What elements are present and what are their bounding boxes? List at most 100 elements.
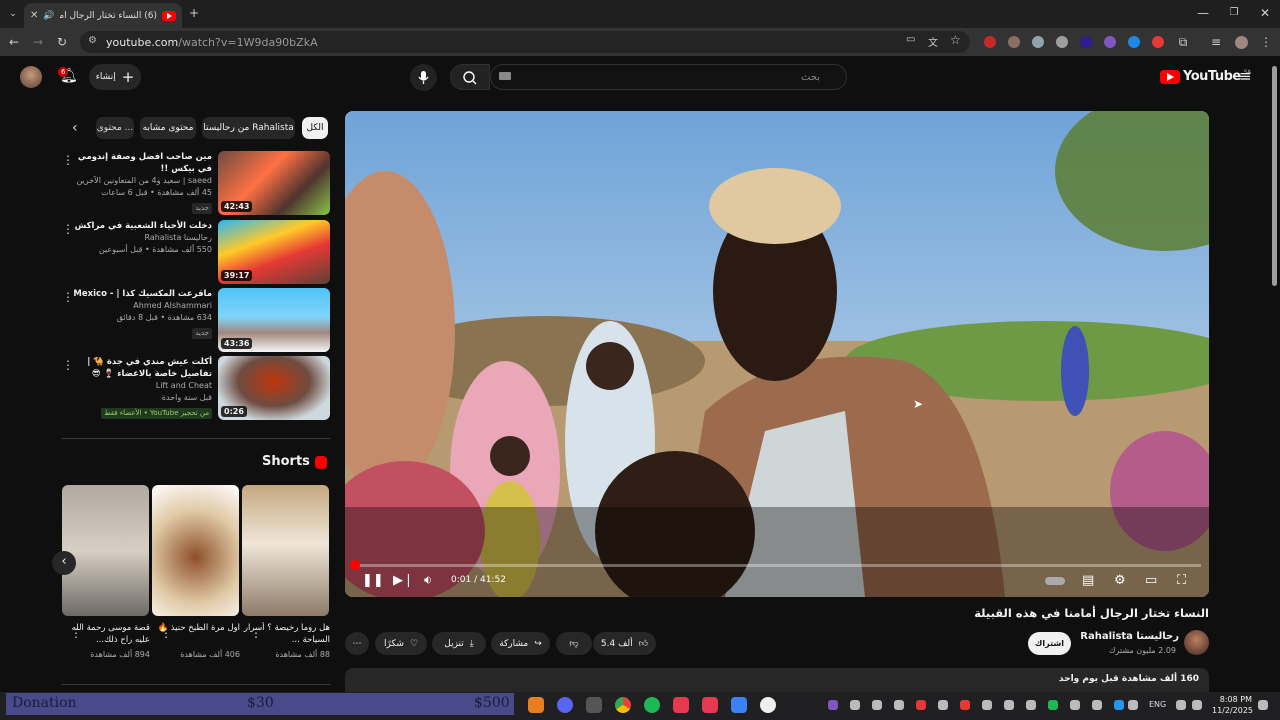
list-item[interactable]: 0:26 أكلت عيش مندي في جدة 🐪 | تفاصيل خاص… [60, 356, 330, 420]
chrome-icon[interactable] [615, 697, 631, 713]
volume-icon[interactable] [1192, 700, 1202, 710]
extensions-puzzle-icon[interactable]: ⧉ [1175, 35, 1191, 49]
next-button[interactable]: ▶❘ [393, 573, 414, 589]
more-actions-icon[interactable]: ⋮ [250, 626, 262, 640]
short-thumbnail[interactable] [152, 485, 239, 616]
browser-tab[interactable]: (6) النساء تختار الرجال أمامنا في 🔊 ✕ [24, 3, 182, 28]
video-thumbnail[interactable]: 43:36 [218, 288, 330, 352]
create-button[interactable]: إنشاء + [89, 64, 141, 90]
reading-list-icon[interactable]: ≡ [1208, 35, 1224, 49]
chip-all[interactable]: الكل [302, 117, 328, 139]
pause-button[interactable]: ❚❚ [362, 573, 384, 589]
video-title[interactable]: دخلت الأحياء الشعبية في مراكش [67, 220, 212, 232]
autoplay-toggle[interactable] [1045, 577, 1065, 585]
video-thumbnail[interactable]: 42:43 [218, 151, 330, 215]
taskbar-app-icon[interactable] [528, 697, 544, 713]
more-actions-icon[interactable]: ⋮ [70, 626, 82, 640]
channel-name[interactable]: رحاليستا Rahalista [1080, 631, 1179, 642]
chip-related[interactable]: محتوى مشابه [140, 117, 196, 139]
channel-name[interactable]: Lift and Cheat [67, 380, 212, 392]
language-indicator[interactable]: ENG [1149, 700, 1166, 709]
tray-icon[interactable] [1070, 700, 1080, 710]
list-item[interactable]: 42:43 مين صاحب افضل وصفة إندومي في بيكس … [60, 151, 330, 215]
search-input[interactable]: بحث [490, 64, 847, 90]
more-actions-icon[interactable]: ⋮ [62, 222, 74, 236]
clock[interactable]: 8:08 PM 11/2/2025 [1212, 694, 1253, 716]
extension-icon-4[interactable] [1056, 36, 1068, 48]
more-actions-button[interactable]: ⋯ [345, 632, 369, 655]
chips-prev-arrow-icon[interactable]: ‹ [72, 120, 78, 136]
tray-icon[interactable] [894, 700, 904, 710]
minimize-icon[interactable]: — [1195, 6, 1211, 20]
tray-icon[interactable] [872, 700, 882, 710]
window-close-icon[interactable]: ✕ [1257, 6, 1273, 20]
chip-more[interactable]: محتوى ... [96, 117, 134, 139]
tray-icon[interactable] [1004, 700, 1014, 710]
chip-from-channel[interactable]: من رحالیستا Rahalista [202, 117, 295, 139]
new-tab-icon[interactable]: + [186, 6, 202, 20]
taskbar-app-icon[interactable] [586, 697, 602, 713]
tray-icon[interactable] [960, 700, 970, 710]
extension-icon-6[interactable] [1104, 36, 1116, 48]
reload-icon[interactable]: ↻ [54, 35, 70, 49]
extension-icon-1[interactable] [984, 36, 996, 48]
taskbar-app-icon[interactable] [731, 697, 747, 713]
tray-icon[interactable] [828, 700, 838, 710]
obs-icon[interactable] [760, 697, 776, 713]
like-button[interactable]: 5.4 ألف 👍︎ [593, 632, 656, 655]
translate-icon[interactable]: 文 [928, 34, 938, 49]
short-thumbnail[interactable] [62, 485, 149, 616]
restore-icon[interactable]: ❐ [1226, 6, 1242, 20]
install-icon[interactable]: ▭ [906, 34, 915, 45]
search-button[interactable] [450, 64, 490, 90]
video-thumbnail[interactable]: 0:26 [218, 356, 330, 420]
list-item[interactable]: 43:36 ماقرعت المكسيك كذا | - Mexico Ahme… [60, 288, 330, 352]
channel-name[interactable]: Ahmed Alshammari [67, 300, 212, 312]
share-button[interactable]: مشاركة ↪ [491, 632, 550, 655]
extension-icon-8[interactable] [1152, 36, 1164, 48]
bookmark-star-icon[interactable]: ☆ [950, 33, 961, 47]
audio-icon[interactable]: 🔊 [43, 11, 54, 21]
keyboard-icon[interactable] [499, 72, 511, 80]
tray-icon[interactable] [938, 700, 948, 710]
settings-gear-icon[interactable]: ⚙ [1114, 573, 1126, 589]
site-info-icon[interactable]: ⚙ [88, 35, 97, 46]
taskbar-app-icon[interactable] [702, 697, 718, 713]
fullscreen-button[interactable]: ⛶ [1177, 573, 1186, 589]
video-thumbnail[interactable]: 39:17 [218, 220, 330, 284]
channel-name[interactable]: saeed | سعيد و4 من المتعاونين الآخرين [67, 175, 212, 187]
page-scrollbar[interactable] [1272, 66, 1277, 286]
tray-icon[interactable] [1026, 700, 1036, 710]
video-player[interactable]: ➤ ❚❚ ▶❘ 🔉︎ 0:01 / 41:52 ▤ ⚙ ▭ ⛶ [345, 111, 1209, 597]
microphone-tray-icon[interactable] [1128, 700, 1138, 710]
voice-search-button[interactable] [410, 64, 437, 91]
profile-avatar-icon[interactable] [1235, 36, 1248, 49]
video-title[interactable]: ماقرعت المكسيك كذا | - Mexico [67, 288, 212, 300]
extension-icon-7[interactable] [1128, 36, 1140, 48]
download-button[interactable]: تنزيل ⤓ [432, 632, 486, 655]
channel-avatar[interactable] [1184, 630, 1209, 655]
progress-scrubber[interactable] [350, 560, 360, 570]
extension-icon-2[interactable] [1008, 36, 1020, 48]
tray-icon[interactable] [982, 700, 992, 710]
more-actions-icon[interactable]: ⋮ [62, 358, 74, 372]
account-avatar[interactable] [20, 66, 42, 88]
volume-button[interactable]: 🔉︎ [424, 573, 432, 589]
tray-icon[interactable] [916, 700, 926, 710]
list-item[interactable]: 39:17 دخلت الأحياء الشعبية في مراكش رحال… [60, 220, 330, 284]
theater-mode-button[interactable]: ▭ [1145, 573, 1157, 589]
guide-menu-icon[interactable]: ≡ [1239, 69, 1252, 84]
network-icon[interactable] [1176, 700, 1186, 710]
short-thumbnail[interactable] [242, 485, 329, 616]
extension-icon-5[interactable] [1080, 36, 1092, 48]
tray-icon[interactable] [1048, 700, 1058, 710]
taskbar-app-icon[interactable] [673, 697, 689, 713]
tray-icon[interactable] [1114, 700, 1124, 710]
progress-bar[interactable] [350, 560, 1201, 570]
more-actions-icon[interactable]: ⋮ [62, 153, 74, 167]
address-bar[interactable]: ⚙ youtube.com/watch?v=1W9da90bZkA ▭ 文 ☆ [80, 31, 970, 53]
more-actions-icon[interactable]: ⋮ [62, 290, 74, 304]
video-title[interactable]: مين صاحب افضل وصفة إندومي في بيكس !! [67, 151, 212, 175]
video-title[interactable]: أكلت عيش مندي في جدة 🐪 | تفاصيل خاصة بال… [67, 356, 212, 380]
spotify-icon[interactable] [644, 697, 660, 713]
